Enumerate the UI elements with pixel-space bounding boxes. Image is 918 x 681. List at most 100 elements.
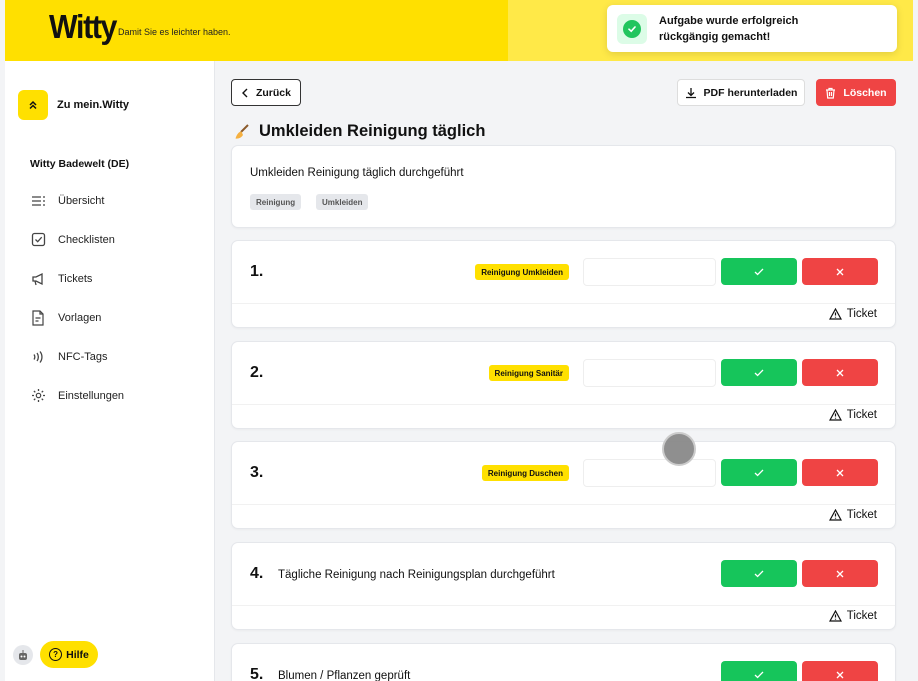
template-icon	[30, 309, 46, 326]
check-icon	[754, 469, 764, 476]
sidebar-item-label: Übersicht	[58, 194, 105, 207]
header-tagline: Damit Sie es leichter haben.	[118, 27, 231, 37]
list-icon	[30, 193, 46, 209]
task-done-button[interactable]	[721, 560, 797, 587]
back-to-mein-witty[interactable]: Zu mein.Witty	[18, 90, 129, 120]
task-number: 3.	[250, 464, 264, 481]
pdf-download-button[interactable]: PDF herunterladen	[677, 79, 805, 106]
check-icon	[754, 570, 764, 577]
tag-reinigung: Reinigung	[250, 194, 302, 210]
sidebar-item-label: Tickets	[58, 272, 93, 285]
checklist-title: Umkleiden Reinigung täglich	[259, 122, 486, 140]
tag-umkleiden: Umkleiden	[316, 194, 369, 210]
check-icon	[754, 268, 764, 275]
sidebar-item-label: NFC-Tags	[58, 350, 108, 363]
sidebar-item-label: Checklisten	[58, 233, 115, 246]
checklist-description: Umkleiden Reinigung täglich durchgeführt	[250, 167, 464, 179]
task-category-badge: Reinigung Duschen	[481, 465, 569, 481]
close-icon	[836, 369, 844, 376]
back-to-mein-witty-label: Zu mein.Witty	[57, 99, 130, 111]
task-number: 1.	[250, 263, 264, 280]
sidebar-item-label: Einstellungen	[58, 389, 125, 402]
sidebar-item-checklisten[interactable]: Checklisten	[30, 220, 210, 259]
close-icon	[836, 268, 844, 275]
divider	[232, 504, 895, 505]
megaphone-icon	[30, 271, 46, 287]
chevron-left-icon	[241, 88, 248, 97]
task-failed-button[interactable]	[802, 560, 878, 587]
sidebar-item-einstellungen[interactable]: Einstellungen	[30, 376, 210, 415]
ticket-button[interactable]: Ticket	[828, 610, 877, 622]
task-done-button[interactable]	[721, 258, 797, 285]
success-toast[interactable]: Aufgabe wurde erfolgreich rückgängig gem…	[607, 5, 897, 52]
trash-icon	[826, 87, 836, 99]
task-card: 3. Reinigung Duschen Ticket	[231, 441, 896, 529]
ticket-label: Ticket	[846, 509, 877, 521]
checklist-icon	[30, 232, 46, 248]
broom-icon	[235, 123, 249, 139]
task-number: 2.	[250, 364, 264, 381]
question-icon: ?	[49, 648, 63, 661]
sidebar-item-nfc-tags[interactable]: NFC-Tags	[30, 337, 210, 376]
task-done-button[interactable]	[721, 359, 797, 386]
download-icon	[685, 87, 696, 98]
ticket-label: Ticket	[846, 610, 877, 622]
help-button[interactable]: ? Hilfe	[40, 641, 98, 668]
chevrons-up-icon	[18, 90, 48, 120]
sidebar-item-uebersicht[interactable]: Übersicht	[30, 181, 210, 220]
task-category-badge: Reinigung Umkleiden	[475, 264, 569, 280]
toast-message: Aufgabe wurde erfolgreich rückgängig gem…	[659, 14, 799, 43]
touch-cursor	[662, 432, 696, 466]
sidebar-item-vorlagen[interactable]: Vorlagen	[30, 298, 210, 337]
witty-logo[interactable]: Witty	[49, 8, 117, 46]
close-icon	[836, 469, 844, 476]
ticket-label: Ticket	[846, 409, 877, 421]
sidebar-item-label: Vorlagen	[58, 311, 102, 324]
warning-icon	[828, 610, 842, 622]
pdf-button-label: PDF herunterladen	[703, 86, 798, 99]
task-failed-button[interactable]	[802, 359, 878, 386]
task-failed-button[interactable]	[802, 459, 878, 486]
task-note-input[interactable]	[583, 459, 716, 487]
task-failed-button[interactable]	[802, 258, 878, 285]
task-note-input[interactable]	[583, 359, 716, 387]
task-card: 2. Reinigung Sanitär Ticket	[231, 341, 896, 429]
task-failed-button[interactable]	[802, 661, 878, 681]
ticket-label: Ticket	[846, 308, 877, 320]
check-icon	[754, 369, 764, 376]
close-icon	[836, 570, 844, 577]
task-done-button[interactable]	[721, 459, 797, 486]
task-category-badge: Reinigung Sanitär	[488, 365, 569, 381]
warning-icon	[828, 509, 842, 521]
divider	[232, 303, 895, 304]
check-icon	[754, 671, 764, 678]
task-note-input[interactable]	[583, 258, 716, 286]
bot-icon[interactable]	[13, 645, 33, 665]
warning-icon	[828, 308, 842, 320]
delete-button-label: Löschen	[843, 86, 887, 99]
sidebar-item-tickets[interactable]: Tickets	[30, 259, 210, 298]
gear-icon	[30, 388, 46, 404]
ticket-button[interactable]: Ticket	[828, 308, 877, 320]
sidebar-nav: Übersicht Checklisten Tickets Vorlagen N…	[30, 181, 210, 415]
task-card: 5. Blumen / Pflanzen geprüft	[231, 643, 896, 681]
ticket-button[interactable]: Ticket	[828, 509, 877, 521]
task-number: 5.	[250, 666, 264, 681]
task-done-button[interactable]	[721, 661, 797, 681]
task-text: Tägliche Reinigung nach Reinigungsplan d…	[278, 569, 555, 581]
page-title: Umkleiden Reinigung täglich	[233, 122, 485, 141]
description-card: Umkleiden Reinigung täglich durchgeführt…	[231, 145, 896, 228]
nfc-icon	[30, 349, 46, 365]
help-label: Hilfe	[66, 648, 89, 661]
task-card: 1. Reinigung Umkleiden Ticket	[231, 240, 896, 328]
close-icon	[836, 671, 844, 678]
task-text: Blumen / Pflanzen geprüft	[278, 670, 411, 681]
sidebar: Zu mein.Witty Witty Badewelt (DE) Übersi…	[5, 61, 215, 681]
task-card: 4. Tägliche Reinigung nach Reinigungspla…	[231, 542, 896, 630]
back-button[interactable]: Zurück	[231, 79, 301, 106]
success-icon	[617, 13, 647, 44]
divider	[232, 404, 895, 405]
delete-button[interactable]: Löschen	[816, 79, 896, 106]
organization-name: Witty Badewelt (DE)	[30, 158, 130, 170]
ticket-button[interactable]: Ticket	[828, 409, 877, 421]
